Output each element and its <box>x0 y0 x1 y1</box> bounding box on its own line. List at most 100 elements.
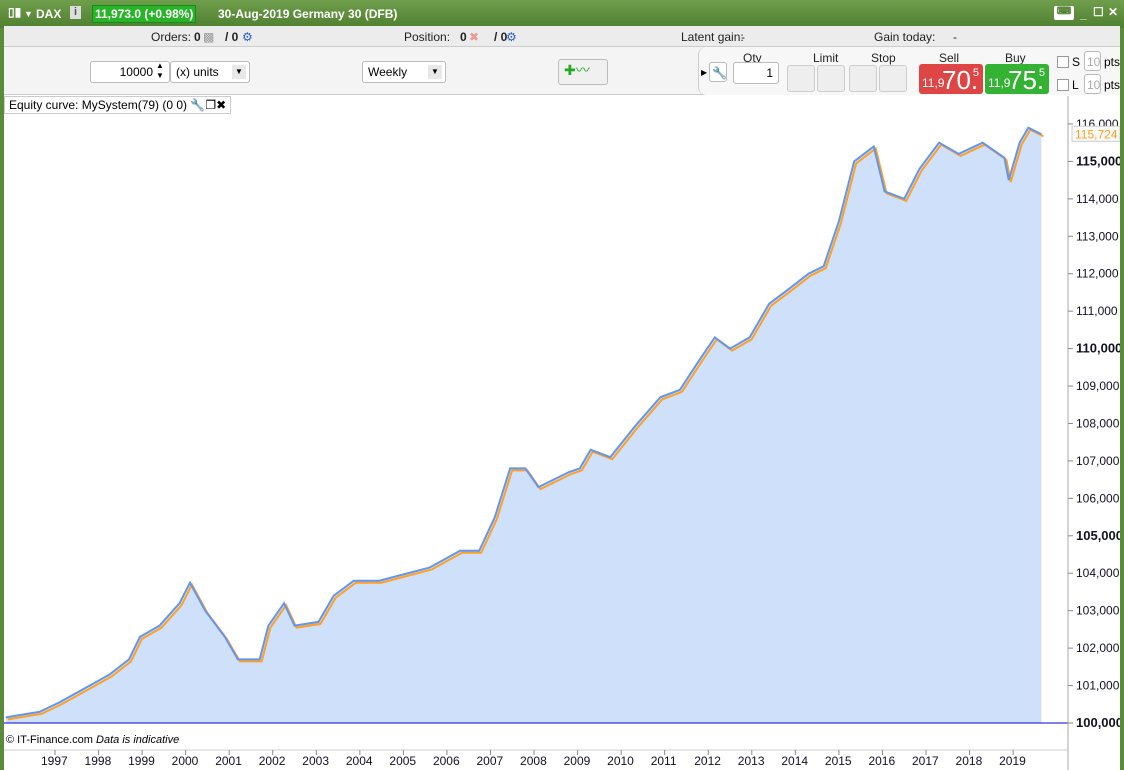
keyboard-icon[interactable]: ⌨ <box>1054 6 1074 20</box>
x-tick-label: 2002 <box>259 754 286 768</box>
timeframe-select[interactable]: Weekly ▼ <box>362 61 446 83</box>
x-tick-label: 2009 <box>564 754 591 768</box>
buy-button[interactable]: 11,9 75. 5 <box>985 64 1049 95</box>
y-tick-label: 114,000 <box>1076 192 1119 206</box>
gear-icon[interactable]: ⚙ <box>242 30 253 44</box>
latent-gain-value: - <box>741 30 745 44</box>
x-tick-label: 2006 <box>433 754 460 768</box>
x-tick-label: 2003 <box>302 754 329 768</box>
y-tick-label: 113,000 <box>1076 229 1119 243</box>
sell-label: Sell <box>939 51 960 65</box>
y-tick-label: 109,000 <box>1076 379 1120 393</box>
x-tick-label: 2001 <box>215 754 242 768</box>
indicators-button[interactable]: ✚〰 <box>558 59 608 85</box>
x-tick-label: 2015 <box>825 754 852 768</box>
indicators-icon: ✚〰 <box>564 62 590 78</box>
limit-buy-button[interactable] <box>817 65 845 92</box>
sell-price-fraction: 5 <box>972 67 979 79</box>
chevron-down-icon: ▼ <box>428 65 442 79</box>
y-tick-label: 100,000 <box>1076 715 1120 730</box>
y-tick-label: 110,000 <box>1076 341 1120 356</box>
expand-arrow-icon[interactable]: ▶ <box>701 68 707 77</box>
gain-today-label: Gain today: <box>874 30 936 44</box>
chart-area[interactable]: Equity curve: MySystem(79) (0 0) 🔧❐✖ 100… <box>4 96 1120 770</box>
x-tick-label: 1997 <box>41 754 68 768</box>
stop-sell-button[interactable] <box>879 65 907 92</box>
x-tick-label: 2017 <box>912 754 939 768</box>
y-tick-label: 111,000 <box>1076 304 1118 318</box>
buy-label: Buy <box>1005 51 1026 65</box>
x-tick-label: 2018 <box>956 754 983 768</box>
symbol-label[interactable]: DAX <box>36 7 61 21</box>
cancel-orders-icon[interactable]: ▩ <box>203 30 214 44</box>
x-tick-label: 1998 <box>85 754 112 768</box>
latent-gain-label: Latent gain: <box>681 30 744 44</box>
s-label: S <box>1072 55 1081 69</box>
x-tick-label: 2011 <box>651 754 677 768</box>
l-checkbox[interactable] <box>1057 79 1069 91</box>
gain-today-value: - <box>953 30 957 44</box>
l-pts-label: pts <box>1104 78 1121 92</box>
limit-sell-button[interactable] <box>787 65 815 92</box>
candlestick-icon[interactable]: ▯▮ <box>8 5 21 19</box>
x-tick-label: 2008 <box>520 754 547 768</box>
equity-area <box>5 127 1042 724</box>
stop-label: Stop <box>871 51 896 65</box>
position-value: 0 <box>460 30 467 44</box>
chevron-down-icon: ▼ <box>232 65 246 79</box>
orders-label: Orders: <box>151 30 192 44</box>
info-icon[interactable]: i <box>70 6 81 19</box>
units-select[interactable]: (x) units ▼ <box>170 61 250 83</box>
x-tick-label: 2016 <box>868 754 895 768</box>
chart-panel-header: Equity curve: MySystem(79) (0 0) 🔧❐✖ <box>4 96 232 114</box>
timeframe-value: Weekly <box>368 65 408 79</box>
y-tick-label: 112,000 <box>1076 267 1119 281</box>
copyright-text: © IT-Finance.com <box>6 734 93 746</box>
l-pts-input[interactable]: 10 <box>1084 74 1101 94</box>
buy-price-fraction: 5 <box>1038 67 1045 79</box>
maximize-button[interactable]: ☐ <box>1093 5 1104 19</box>
title-bar: ▯▮ ▼ DAX i 11,973.0 (+0.98%) 30-Aug-2019… <box>0 0 1124 28</box>
y-tick-label: 108,000 <box>1076 416 1120 430</box>
gear-icon[interactable]: ⚙ <box>506 30 517 44</box>
y-tick-label: 115,000 <box>1076 153 1120 168</box>
sell-button[interactable]: 11,9 70. 5 <box>919 64 983 95</box>
wrench-icon[interactable]: 🔧 <box>709 62 727 82</box>
chart-window: Orders: 0 ▩ / 0 ⚙ Position: 0 ✖ / 0 ⚙ La… <box>4 26 1120 770</box>
l-label: L <box>1072 78 1079 92</box>
detach-icon[interactable]: ❐ <box>205 98 216 112</box>
toolbar: 10000 ▲ ▼ (x) units ▼ Weekly ▼ ✚〰 ▶ 🔧 Qty 1… <box>4 47 1120 95</box>
x-tick-label: 1999 <box>128 754 155 768</box>
y-tick-label: 104,000 <box>1076 566 1120 580</box>
chevron-down-icon[interactable]: ▼ <box>24 9 33 19</box>
quote-badge: 11,973.0 (+0.98%) <box>92 5 197 23</box>
s-checkbox[interactable] <box>1057 56 1069 68</box>
x-tick-label: 2013 <box>738 754 765 768</box>
orders-total: / 0 <box>225 30 239 44</box>
equity-chart: 100,000 101,000 102,000 103,000 104,000 105,0… <box>4 96 1120 770</box>
s-pts-label: pts <box>1104 55 1121 69</box>
spinner-icon[interactable]: ▲ ▼ <box>156 61 164 81</box>
close-position-icon[interactable]: ✖ <box>469 30 479 44</box>
y-tick-label: 102,000 <box>1076 641 1120 655</box>
close-button[interactable]: ✕ <box>1108 5 1118 19</box>
orders-value: 0 <box>194 30 201 44</box>
status-bar: Orders: 0 ▩ / 0 ⚙ Position: 0 ✖ / 0 ⚙ La… <box>4 26 1120 47</box>
x-tick-label: 2019 <box>999 754 1026 768</box>
x-tick-label: 2000 <box>172 754 199 768</box>
close-panel-icon[interactable]: ✖ <box>216 98 226 112</box>
position-label: Position: <box>404 30 451 44</box>
minimize-button[interactable]: _ <box>1080 7 1087 21</box>
wrench-icon[interactable]: 🔧 <box>190 98 205 112</box>
s-pts-input[interactable]: 10 <box>1084 51 1101 71</box>
y-tick-label: 103,000 <box>1076 604 1120 618</box>
chart-panel-title: Equity curve: MySystem(79) (0 0) <box>9 98 188 112</box>
order-panel: ▶ 🔧 Qty 1 Limit Stop Sell 11,9 70. 5 Buy 1… <box>698 47 1120 95</box>
x-tick-label: 2014 <box>781 754 808 768</box>
stop-buy-button[interactable] <box>849 65 877 92</box>
copyright-note: © IT-Finance.com Data is indicative <box>6 734 179 746</box>
y-tick-label: 106,000 <box>1076 491 1120 505</box>
qty-input[interactable]: 1 <box>733 62 779 84</box>
y-tick-label: 107,000 <box>1076 454 1120 468</box>
x-tick-label: 2012 <box>694 754 721 768</box>
